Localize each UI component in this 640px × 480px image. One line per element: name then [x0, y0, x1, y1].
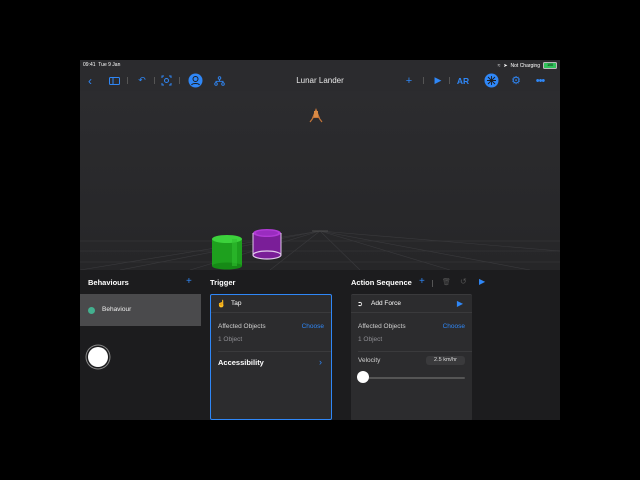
purple-cylinder: [252, 229, 282, 260]
behaviours-header: Behaviours: [88, 278, 129, 287]
3d-scene-viewport[interactable]: [80, 91, 560, 270]
trigger-card-title: Tap: [231, 300, 242, 307]
trigger-header: Trigger: [210, 278, 236, 287]
choose-objects-button[interactable]: Choose: [443, 323, 465, 330]
ipad-screen: 09:41 Tue 9 Jan ≈ ➤ Not Charging 100 ‹ ↶…: [80, 60, 560, 420]
avatar-icon[interactable]: [187, 70, 203, 91]
battery-status: Not Charging: [510, 62, 540, 69]
battery-percent: 100: [547, 63, 553, 67]
status-date: Tue 9 Jan: [98, 62, 121, 68]
battery-icon: 100: [543, 62, 557, 69]
velocity-value[interactable]: 2.5 km/hr: [426, 356, 465, 365]
toolbar-separator: [154, 77, 155, 84]
add-force-icon: ➲: [357, 301, 363, 308]
add-action-button[interactable]: +: [419, 276, 425, 287]
trigger-card[interactable]: ☝ Tap Affected Objects Choose 1 Object A…: [210, 294, 332, 420]
location-icon: ➤: [503, 62, 508, 69]
divider: [218, 351, 331, 352]
trigger-card-header: ☝ Tap: [211, 295, 331, 312]
toolbar-separator: [432, 280, 433, 287]
status-time: 09:41: [83, 62, 96, 68]
choose-objects-button[interactable]: Choose: [302, 323, 324, 330]
page-title: Lunar Lander: [296, 76, 344, 85]
accessibility-row-label[interactable]: Accessibility: [218, 358, 264, 367]
action-card-header: ➲ Add Force ▶: [351, 295, 472, 312]
toolbar-separator: [127, 77, 128, 84]
add-behaviour-button[interactable]: +: [186, 276, 192, 287]
toolbar-separator: [449, 77, 450, 84]
toolbar-separator: [179, 77, 180, 84]
frame-icon[interactable]: [159, 70, 173, 91]
lander-model: [309, 108, 323, 123]
status-right: ≈ ➤ Not Charging 100: [498, 62, 557, 69]
hierarchy-icon[interactable]: [212, 70, 226, 91]
green-cylinder: [212, 235, 242, 270]
divider: [351, 312, 472, 313]
object-count: 1 Object: [218, 336, 243, 343]
status-time-date: 09:41 Tue 9 Jan: [83, 62, 120, 68]
bottom-panel: Behaviours + Behaviour Trigger ☝ Tap Aff…: [80, 270, 560, 420]
ar-button[interactable]: AR: [455, 70, 471, 91]
record-button[interactable]: [88, 347, 108, 367]
trash-icon[interactable]: 🗑: [442, 278, 451, 286]
more-icon[interactable]: •••: [531, 70, 549, 91]
behaviour-color-dot: [88, 307, 95, 314]
toolbar: ‹ ↶ Lunar Lander + ▶ AR ⚙ •••: [80, 70, 560, 91]
divider: [211, 312, 331, 313]
play-action-card-icon[interactable]: ▶: [457, 299, 463, 308]
behaviour-label: Behaviour: [102, 306, 132, 313]
action-card[interactable]: ➲ Add Force ▶ Affected Objects Choose 1 …: [351, 294, 472, 420]
divider: [358, 351, 472, 352]
behaviours-icon[interactable]: [483, 70, 499, 91]
settings-icon[interactable]: ⚙: [508, 70, 524, 91]
loop-icon[interactable]: ↺: [460, 277, 467, 286]
add-icon[interactable]: +: [402, 70, 416, 91]
toolbar-separator: [423, 77, 424, 84]
undo-icon[interactable]: ↶: [135, 70, 149, 91]
action-sequence-header: Action Sequence: [351, 278, 412, 287]
play-action-icon[interactable]: ▶: [479, 277, 485, 286]
affected-objects-label: Affected Objects: [218, 323, 266, 330]
action-card-title: Add Force: [371, 300, 401, 307]
play-icon[interactable]: ▶: [431, 70, 445, 91]
sidebar-icon[interactable]: [107, 70, 121, 91]
wifi-icon: ≈: [497, 62, 501, 69]
behaviour-list-item[interactable]: Behaviour: [80, 294, 201, 326]
scene-canvas: [80, 108, 560, 270]
velocity-slider-track[interactable]: [363, 377, 465, 379]
back-chevron-icon[interactable]: ‹: [83, 70, 97, 91]
chevron-right-icon[interactable]: ›: [319, 357, 322, 367]
velocity-slider-thumb[interactable]: [357, 371, 369, 383]
velocity-label: Velocity: [358, 357, 381, 364]
tap-icon: ☝: [217, 301, 226, 308]
affected-objects-label: Affected Objects: [358, 323, 406, 330]
status-bar: 09:41 Tue 9 Jan ≈ ➤ Not Charging 100: [80, 60, 560, 70]
object-count: 1 Object: [358, 336, 383, 343]
